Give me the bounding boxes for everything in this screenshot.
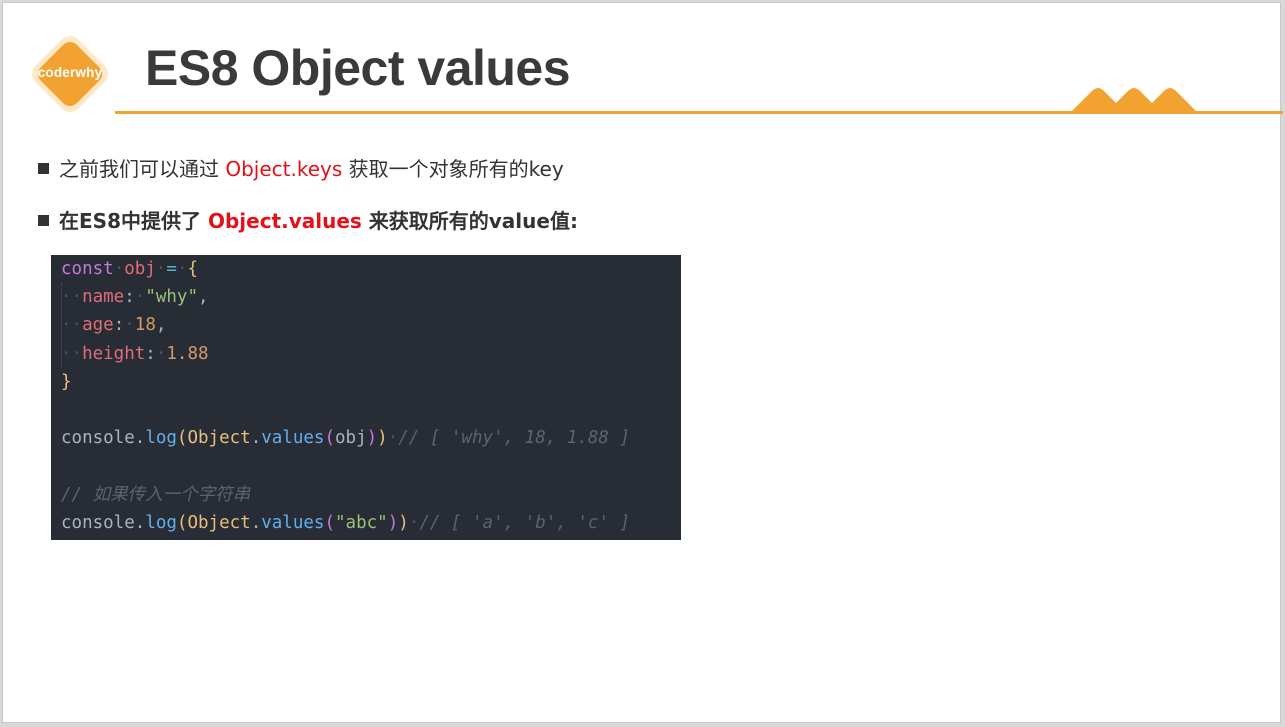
title-underline	[115, 111, 1283, 114]
slide: coderwhy ES8 Object values 之前我们可以通过 Obje…	[2, 2, 1283, 723]
code-brace: }	[61, 371, 72, 392]
mountains-decoration	[1070, 88, 1198, 113]
bullet-square-icon	[38, 215, 49, 226]
bullet-square-icon	[38, 163, 49, 174]
code-class: Object	[187, 512, 251, 533]
code-line-9: // 如果传入一个字符串	[61, 481, 681, 509]
bullet-object-keys: 之前我们可以通过 Object.keys 获取一个对象所有的key	[38, 153, 564, 182]
code-block: const·obj·=·{ ··name:·"why", ··age:·18, …	[51, 255, 681, 540]
code-string: "why"	[145, 287, 199, 308]
code-method: values	[261, 428, 325, 449]
code-number: 18	[134, 315, 156, 336]
code-line-2: ··name:·"why",	[61, 287, 209, 308]
code-argument: "abc"	[335, 512, 388, 533]
code-comment: // 如果传入一个字符串	[61, 484, 251, 505]
code-brace: {	[187, 259, 199, 279]
code-line-3: ··age:·18,	[61, 315, 167, 336]
bullet-text-before: 在ES8中提供了	[59, 209, 208, 233]
bullet-text-before: 之前我们可以通过	[59, 157, 226, 181]
code-property: height	[82, 343, 146, 364]
bullet-text-after: 获取一个对象所有的key	[342, 157, 564, 181]
code-function: log	[145, 512, 177, 533]
logo-text: coderwhy	[37, 65, 103, 80]
bullet-highlight: Object.keys	[225, 157, 343, 181]
page-title: ES8 Object values	[145, 40, 571, 96]
code-line-4: ··height:·1.88	[61, 343, 209, 364]
coderwhy-logo: coderwhy	[28, 32, 112, 116]
bullet-object-values: 在ES8中提供了 Object.values 来获取所有的value值:	[38, 205, 578, 234]
code-line-5: }	[61, 368, 681, 396]
code-property: age	[82, 315, 114, 336]
code-comment: // [ 'a', 'b', 'c' ]	[419, 512, 631, 533]
code-comment: // [ 'why', 18, 1.88 ]	[398, 428, 631, 449]
code-keyword: const	[61, 259, 114, 279]
code-function: log	[145, 428, 177, 449]
code-variable: obj	[124, 259, 156, 279]
code-object: console	[61, 428, 135, 449]
code-method: values	[261, 512, 325, 533]
code-line-7: console.log(Object.values(obj))·// [ 'wh…	[61, 428, 631, 449]
code-property: name	[82, 287, 125, 308]
code-number: 1.88	[166, 343, 209, 364]
code-argument: obj	[335, 428, 367, 449]
code-operator: =	[166, 259, 177, 279]
code-object: console	[61, 512, 135, 533]
bullet-text-after: 来获取所有的value值:	[361, 209, 578, 233]
code-class: Object	[187, 428, 251, 449]
bullet-highlight: Object.values	[207, 209, 362, 233]
code-line-10: console.log(Object.values("abc"))·// [ '…	[61, 512, 631, 533]
code-line-1: const·obj·=·{	[61, 259, 199, 279]
